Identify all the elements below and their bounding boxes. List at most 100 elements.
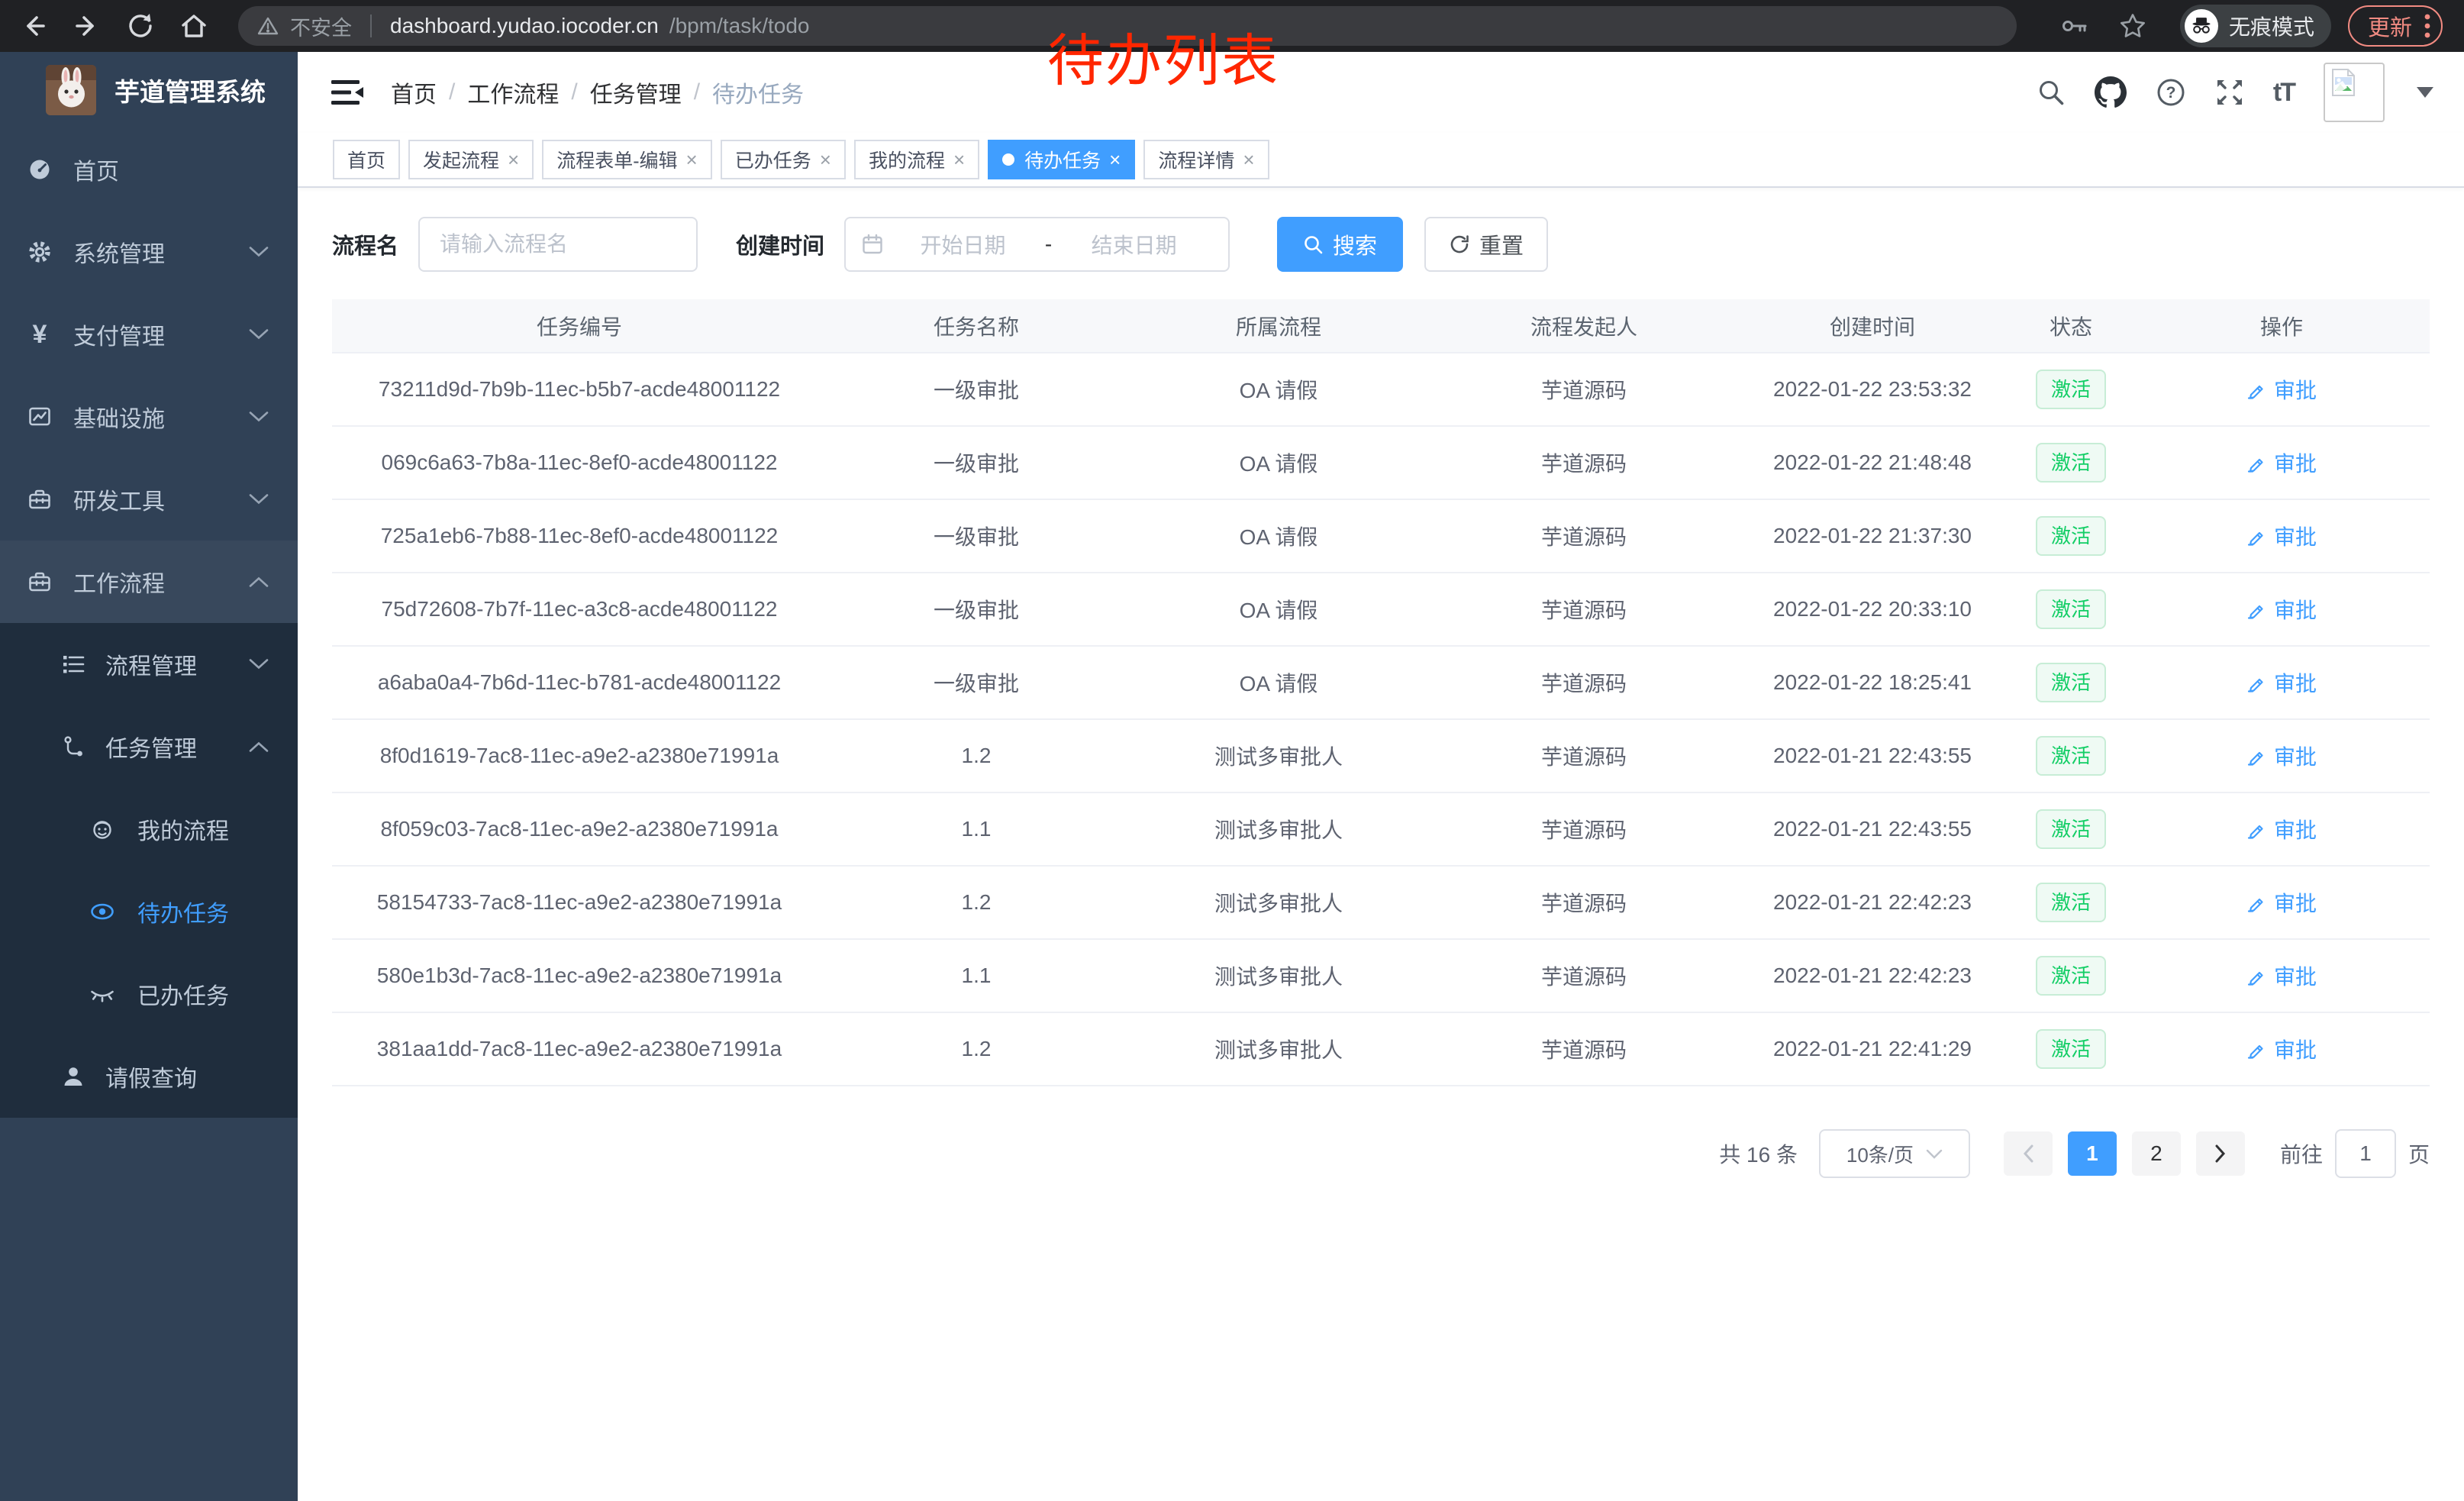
cell-task-id: 069c6a63-7b8a-11ec-8ef0-acde48001122 [332,426,827,499]
breadcrumb-item[interactable]: 工作流程 [467,76,559,109]
search-icon [1303,234,1324,255]
approve-button[interactable]: 审批 [2246,521,2317,551]
close-icon[interactable]: × [820,150,831,169]
close-icon[interactable]: × [508,150,519,169]
avatar-dropdown-caret[interactable] [2417,87,2433,98]
page-size-select[interactable]: 10条/页 [1819,1129,1970,1178]
approve-button[interactable]: 审批 [2246,594,2317,625]
sidebar-item-leave-query[interactable]: 请假查询 [0,1035,298,1118]
breadcrumb-item[interactable]: 任务管理 [590,76,682,109]
close-icon[interactable]: × [1109,150,1121,169]
password-key-button[interactable] [2061,12,2088,40]
tab-todo-tasks-active[interactable]: 待办任务× [988,140,1135,179]
tab-process-form-edit[interactable]: 流程表单-编辑× [542,140,712,179]
page-2-button[interactable]: 2 [2132,1131,2181,1176]
browser-home-button[interactable] [177,9,211,43]
github-link[interactable] [2095,76,2127,108]
approve-button[interactable]: 审批 [2246,1034,2317,1064]
close-icon[interactable]: × [953,150,965,169]
sidebar-item-label: 工作流程 [73,565,165,599]
column-header-starter: 流程发起人 [1431,299,1737,353]
back-icon [19,11,48,40]
tab-process-detail[interactable]: 流程详情× [1143,140,1269,179]
table-row: a6aba0a4-7b6d-11ec-b781-acde48001122 一级审… [332,646,2430,719]
page-buttons: 1 2 [1996,1131,2253,1176]
incognito-badge: 无痕模式 [2180,5,2331,47]
sidebar-item-label: 流程管理 [105,647,197,681]
sidebar-item-infrastructure[interactable]: 基础设施 [0,376,298,458]
approve-button[interactable]: 审批 [2246,814,2317,844]
avatar[interactable] [2324,63,2385,122]
prev-page-button[interactable] [2004,1131,2053,1176]
date-range-picker[interactable]: 开始日期 - 结束日期 [844,217,1230,272]
tab-my-process[interactable]: 我的流程× [854,140,979,179]
font-size-button[interactable]: tT [2273,78,2295,108]
sidebar-item-system[interactable]: 系统管理 [0,211,298,293]
svg-text:?: ? [2166,84,2175,102]
cell-status: 激活 [2008,646,2133,719]
sidebar-logo[interactable]: 芋道管理系统 [0,52,298,128]
sidebar-item-todo-tasks[interactable]: 待办任务 [0,870,298,953]
approve-button[interactable]: 审批 [2246,447,2317,478]
sidebar-item-task-management[interactable]: 任务管理 [0,705,298,788]
sidebar-item-devtools[interactable]: 研发工具 [0,458,298,541]
column-header-task-id: 任务编号 [332,299,827,353]
sidebar-item-payment[interactable]: ¥ 支付管理 [0,293,298,376]
fullscreen-button[interactable] [2215,78,2244,107]
create-time-label: 创建时间 [736,228,824,260]
close-icon[interactable]: × [686,150,698,169]
breadcrumb-item[interactable]: 首页 [391,76,437,109]
tab-done-tasks[interactable]: 已办任务× [721,140,846,179]
approve-button[interactable]: 审批 [2246,741,2317,771]
header-search-button[interactable] [2037,78,2066,107]
reload-icon [126,11,155,40]
search-button[interactable]: 搜索 [1277,217,1403,272]
process-name-label: 流程名 [332,228,398,260]
sidebar-collapse-button[interactable] [331,79,363,106]
sidebar-item-done-tasks[interactable]: 已办任务 [0,953,298,1035]
chevron-down-icon [249,659,269,670]
cell-task-name: 1.2 [827,1012,1126,1086]
approve-button[interactable]: 审批 [2246,887,2317,918]
search-filter-form: 流程名 创建时间 开始日期 - 结束日期 搜索 重置 [332,217,2430,272]
sidebar-item-label: 已办任务 [137,977,229,1011]
workflow-submenu: 流程管理 任务管理 我的流程 待办任务 [0,623,298,1118]
cell-task-id: 75d72608-7b7f-11ec-a3c8-acde48001122 [332,573,827,646]
reset-button[interactable]: 重置 [1424,217,1548,272]
sidebar-item-process-management[interactable]: 流程管理 [0,623,298,705]
close-icon[interactable]: × [1243,150,1254,169]
fullscreen-icon [2215,78,2244,107]
cell-status: 激活 [2008,939,2133,1012]
approve-button[interactable]: 审批 [2246,960,2317,991]
table-row: 8f0d1619-7ac8-11ec-a9e2-a2380e71991a 1.2… [332,719,2430,792]
browser-update-button[interactable]: 更新 [2348,5,2443,47]
goto-page-input[interactable] [2335,1129,2396,1178]
cell-process: 测试多审批人 [1126,866,1431,939]
sidebar-item-home[interactable]: 首页 [0,128,298,211]
tab-home[interactable]: 首页 [333,140,400,179]
bookmark-star-button[interactable] [2119,12,2146,40]
forward-icon [73,11,102,40]
tasks-table: 任务编号 任务名称 所属流程 流程发起人 创建时间 状态 操作 73211d9d… [332,299,2430,1086]
cell-starter: 芋道源码 [1431,1012,1737,1086]
browser-forward-button[interactable] [70,9,104,43]
browser-reload-button[interactable] [124,9,157,43]
breadcrumb-separator: / [571,79,577,105]
cell-task-id: 73211d9d-7b9b-11ec-b5b7-acde48001122 [332,353,827,426]
tab-start-process[interactable]: 发起流程× [408,140,534,179]
sidebar-item-label: 待办任务 [137,895,229,928]
column-header-actions: 操作 [2133,299,2430,353]
process-name-input[interactable] [418,217,698,272]
search-icon [2037,78,2066,107]
approve-button[interactable]: 审批 [2246,667,2317,698]
browser-back-button[interactable] [17,9,50,43]
sidebar-item-my-process[interactable]: 我的流程 [0,788,298,870]
approve-button[interactable]: 审批 [2246,374,2317,405]
sidebar-item-workflow[interactable]: 工作流程 [0,541,298,623]
refresh-icon [1449,234,1470,255]
goto-page: 前往 页 [2280,1129,2430,1178]
help-button[interactable]: ? [2156,77,2186,108]
next-page-button[interactable] [2196,1131,2245,1176]
cell-task-name: 一级审批 [827,426,1126,499]
page-1-button[interactable]: 1 [2068,1131,2117,1176]
